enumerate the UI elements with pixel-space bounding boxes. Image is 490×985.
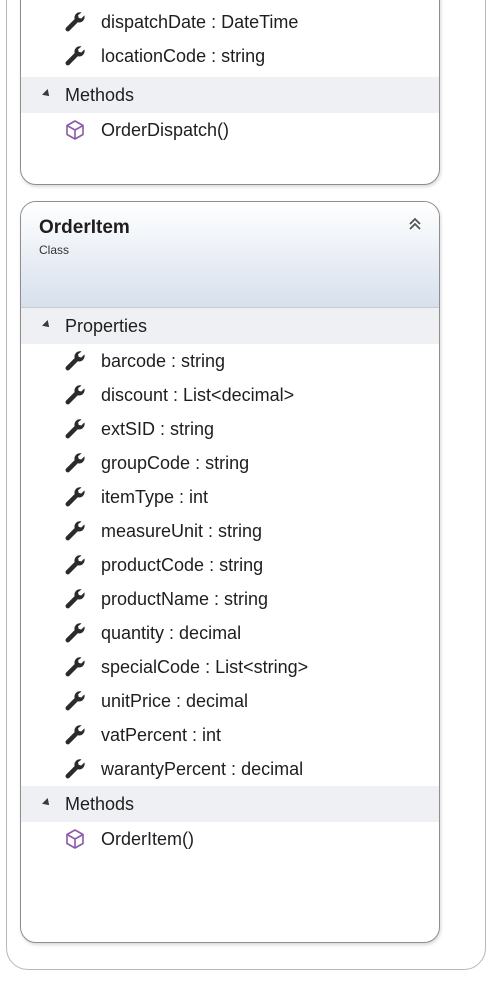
methods-section-header[interactable]: Methods bbox=[21, 786, 439, 822]
property-item[interactable]: locationCode : string bbox=[21, 39, 439, 73]
method-item-label: OrderDispatch() bbox=[101, 119, 230, 140]
wrench-icon bbox=[63, 349, 87, 373]
cube-icon bbox=[63, 118, 87, 142]
property-item-label: unitPrice : decimal bbox=[101, 690, 249, 711]
property-item-label: warantyPercent : decimal bbox=[101, 758, 304, 779]
order-dispatch-class-card[interactable]: dispatchDate : DateTime locationCode : st… bbox=[20, 0, 440, 185]
property-item-label: productName : string bbox=[101, 588, 269, 609]
property-item[interactable]: unitPrice : decimal bbox=[21, 684, 439, 718]
property-item[interactable]: vatPercent : int bbox=[21, 718, 439, 752]
double-chevron-up-icon bbox=[409, 217, 421, 230]
wrench-icon bbox=[63, 689, 87, 713]
wrench-icon bbox=[63, 10, 87, 34]
properties-section-header[interactable]: Properties bbox=[21, 308, 439, 344]
methods-label: Methods bbox=[65, 793, 135, 814]
property-item-label: groupCode : string bbox=[101, 452, 250, 473]
property-item-label: measureUnit : string bbox=[101, 520, 263, 541]
top-methods-section-header[interactable]: Methods bbox=[21, 77, 439, 113]
property-item-label: itemType : int bbox=[101, 486, 209, 507]
property-item[interactable]: discount : List<decimal> bbox=[21, 378, 439, 412]
wrench-icon bbox=[63, 757, 87, 781]
property-item-label: vatPercent : int bbox=[101, 724, 222, 745]
property-item[interactable]: quantity : decimal bbox=[21, 616, 439, 650]
property-item-label: quantity : decimal bbox=[101, 622, 242, 643]
class-header[interactable]: OrderItem Class bbox=[21, 202, 439, 308]
property-item[interactable]: extSID : string bbox=[21, 412, 439, 446]
wrench-icon bbox=[63, 723, 87, 747]
top-methods-list: OrderDispatch() bbox=[21, 113, 439, 147]
property-item[interactable]: productName : string bbox=[21, 582, 439, 616]
method-item[interactable]: OrderItem() bbox=[21, 822, 439, 856]
wrench-icon bbox=[63, 621, 87, 645]
wrench-icon bbox=[63, 383, 87, 407]
method-item-label: OrderItem() bbox=[101, 828, 195, 849]
wrench-icon bbox=[63, 417, 87, 441]
collapse-triangle-icon[interactable] bbox=[42, 89, 52, 99]
property-item-label: specialCode : List<string> bbox=[101, 656, 309, 677]
collapse-button[interactable] bbox=[405, 214, 425, 234]
top-methods-label: Methods bbox=[65, 84, 135, 105]
property-item-label: barcode : string bbox=[101, 350, 226, 371]
cube-icon bbox=[63, 827, 87, 851]
property-item-label: extSID : string bbox=[101, 418, 215, 439]
property-item-label: productCode : string bbox=[101, 554, 264, 575]
wrench-icon bbox=[63, 519, 87, 543]
properties-list: barcode : string discount : List<decimal>… bbox=[21, 344, 439, 786]
wrench-icon bbox=[63, 485, 87, 509]
methods-list: OrderItem() bbox=[21, 822, 439, 856]
wrench-icon bbox=[63, 451, 87, 475]
wrench-icon bbox=[63, 587, 87, 611]
property-item[interactable]: warantyPercent : decimal bbox=[21, 752, 439, 786]
method-item[interactable]: OrderDispatch() bbox=[21, 113, 439, 147]
wrench-icon bbox=[63, 44, 87, 68]
properties-label: Properties bbox=[65, 315, 148, 336]
class-title: OrderItem bbox=[39, 217, 130, 238]
class-subtitle: Class bbox=[39, 243, 70, 257]
property-item-label: dispatchDate : DateTime bbox=[101, 11, 299, 32]
order-item-class-card[interactable]: OrderItem Class Properties barcode : str… bbox=[20, 201, 440, 943]
wrench-icon bbox=[63, 655, 87, 679]
property-item-label: discount : List<decimal> bbox=[101, 384, 295, 405]
property-item[interactable]: productCode : string bbox=[21, 548, 439, 582]
property-item-label: locationCode : string bbox=[101, 45, 266, 66]
property-item[interactable]: specialCode : List<string> bbox=[21, 650, 439, 684]
property-item[interactable]: itemType : int bbox=[21, 480, 439, 514]
collapse-triangle-icon[interactable] bbox=[42, 798, 52, 808]
property-item[interactable]: dispatchDate : DateTime bbox=[21, 5, 439, 39]
wrench-icon bbox=[63, 553, 87, 577]
property-item[interactable]: barcode : string bbox=[21, 344, 439, 378]
property-item[interactable]: groupCode : string bbox=[21, 446, 439, 480]
top-properties-list: dispatchDate : DateTime locationCode : st… bbox=[21, 5, 439, 73]
property-item[interactable]: measureUnit : string bbox=[21, 514, 439, 548]
collapse-triangle-icon[interactable] bbox=[42, 320, 52, 330]
